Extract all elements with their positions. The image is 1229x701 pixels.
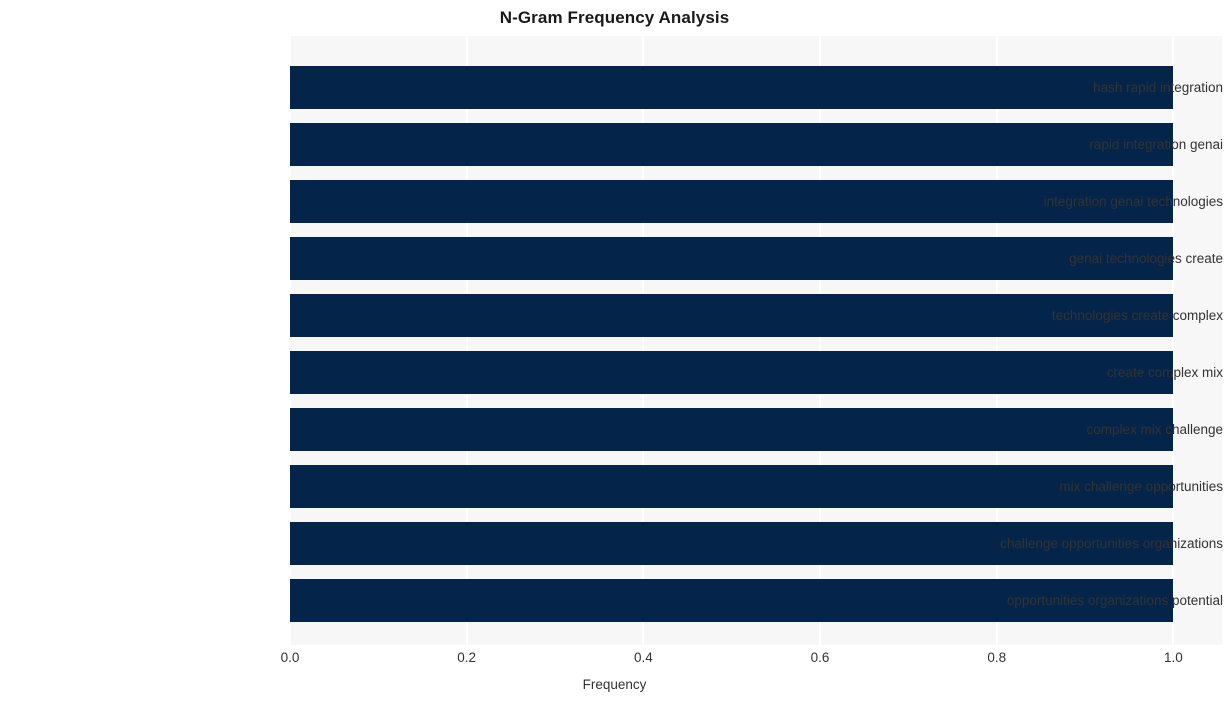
x-axis-label: Frequency — [582, 677, 647, 692]
x-axis-tick-labels: 0.0 0.2 0.4 0.6 0.8 1.0 — [0, 650, 1229, 670]
x-axis-tick-label: 0.0 — [280, 650, 300, 665]
y-axis-tick-label: create complex mix — [1106, 364, 1223, 380]
y-axis-tick-label: mix challenge opportunities — [1059, 478, 1223, 494]
y-axis-tick-label: opportunities organizations potential — [1006, 592, 1223, 608]
x-axis-tick-label: 0.6 — [810, 650, 830, 665]
y-axis-tick-label: integration genai technologies — [1043, 193, 1223, 209]
y-axis-tick-label: technologies create complex — [1051, 307, 1223, 323]
y-axis-tick-label: complex mix challenge — [1086, 421, 1223, 437]
x-axis-tick-label: 0.8 — [987, 650, 1007, 665]
chart-title: N-Gram Frequency Analysis — [499, 8, 730, 27]
y-axis-tick-label: rapid integration genai — [1089, 136, 1223, 152]
x-axis-tick-label: 0.2 — [457, 650, 477, 665]
y-axis-tick-label: hash rapid integration — [1093, 79, 1223, 95]
x-axis-tick-label: 1.0 — [1164, 650, 1183, 665]
x-axis-tick-label: 0.4 — [633, 650, 653, 665]
y-axis-tick-label: genai technologies create — [1069, 250, 1223, 266]
y-axis-tick-label: challenge opportunities organizations — [1000, 535, 1223, 551]
plot-area — [290, 36, 1222, 645]
ngram-frequency-bar-chart: N-Gram Frequency Analysis hash rapid int… — [0, 0, 1229, 701]
